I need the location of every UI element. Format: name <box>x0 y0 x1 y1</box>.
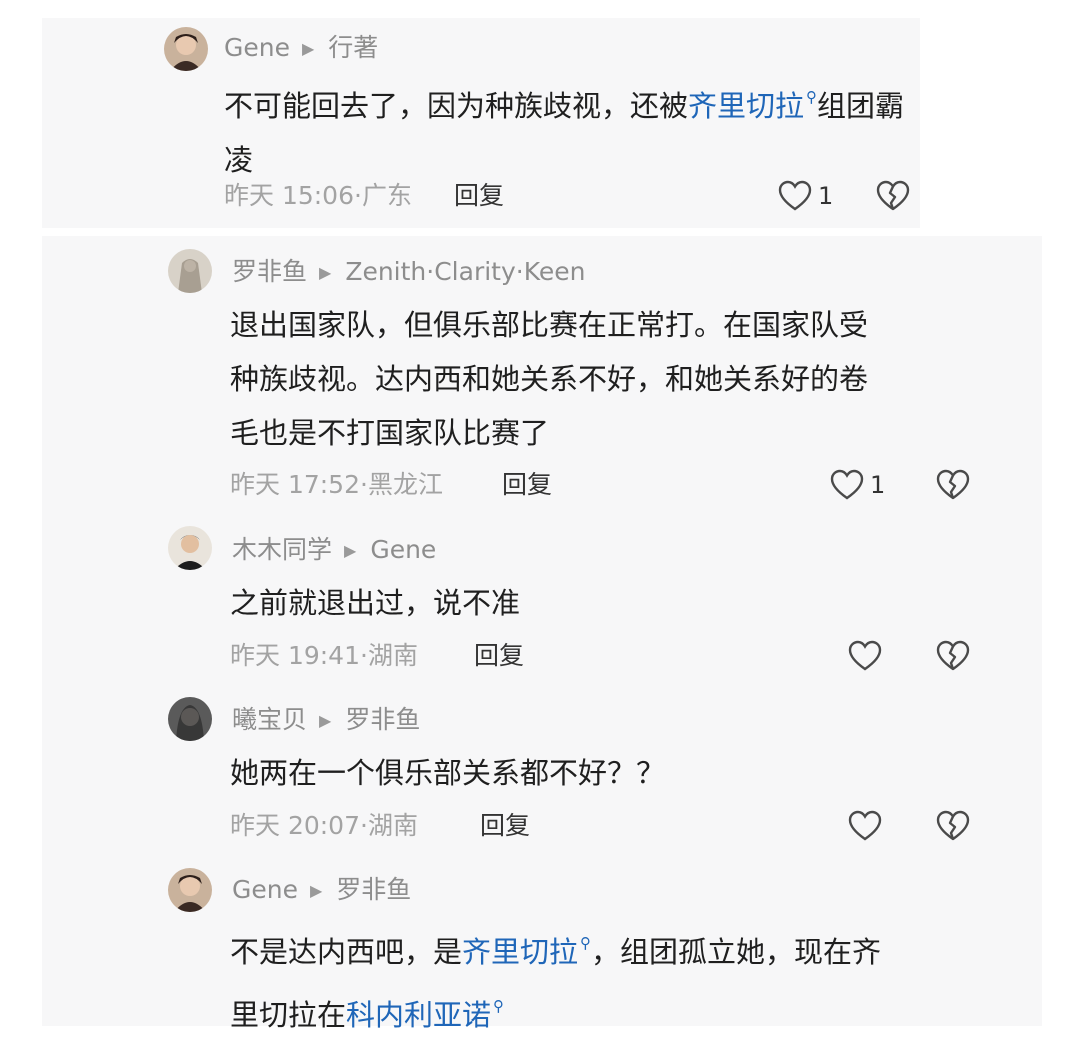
avatar[interactable] <box>164 27 208 71</box>
author-name[interactable]: Gene <box>224 33 290 62</box>
like-count: 1 <box>870 471 886 499</box>
comment-body: 不可能回去了，因为种族歧视，还被齐里切拉 ⚲组团霸凌 <box>224 70 924 187</box>
like-button[interactable]: 1 <box>830 465 885 505</box>
reply-button[interactable]: 回复 <box>502 465 552 505</box>
keyword-link[interactable]: 齐里切拉 ⚲ <box>688 88 818 123</box>
dislike-button[interactable] <box>876 176 910 216</box>
comment-text: ，组团孤立她，现在齐 <box>591 935 882 969</box>
like-button[interactable] <box>848 806 882 846</box>
comment-text-line: 种族歧视。达内西和她关系不好，和她关系好的卷 <box>230 362 869 396</box>
broken-heart-icon <box>936 469 970 500</box>
reply-to-name[interactable]: 行著 <box>328 33 378 62</box>
comment-location: 湖南 <box>367 811 418 840</box>
comment-location: 黑龙江 <box>367 470 443 499</box>
broken-heart-icon <box>936 640 970 671</box>
comment-time: 昨天 15:06 <box>224 181 354 210</box>
comment-text-line: 里切拉在科内利亚诺 ⚲ <box>230 979 990 1042</box>
comment-meta: 罗非鱼 ▶ Zenith·Clarity·Keen <box>232 252 585 292</box>
avatar[interactable] <box>168 526 212 570</box>
comment-time: 昨天 19:41 <box>230 641 360 670</box>
avatar[interactable] <box>168 697 212 741</box>
comment-footer: 昨天 19:41·湖南 <box>230 636 418 676</box>
separator-dot: · <box>360 811 368 840</box>
comment-text: 不可能回去了，因为种族歧视，还被 <box>224 89 689 123</box>
comment-meta: Gene ▶ 罗非鱼 <box>232 870 411 910</box>
like-button[interactable] <box>848 636 882 676</box>
triangle-right-icon: ▶ <box>309 881 323 900</box>
reply-to-name[interactable]: Zenith·Clarity·Keen <box>345 257 585 286</box>
comment-footer: 昨天 17:52·黑龙江 <box>230 465 443 505</box>
comment-location: 湖南 <box>367 641 418 670</box>
triangle-right-icon: ▶ <box>319 263 332 282</box>
reply-to-name[interactable]: Gene <box>370 535 436 564</box>
triangle-right-icon: ▶ <box>301 39 315 58</box>
search-icon: ⚲ <box>493 997 505 1015</box>
comment-meta: 曦宝贝 ▶ 罗非鱼 <box>232 700 420 740</box>
comment-time: 昨天 20:07 <box>230 811 360 840</box>
search-icon: ⚲ <box>806 88 818 106</box>
comment-footer: 昨天 15:06·广东 <box>224 176 412 216</box>
comment-body: 之前就退出过，说不准 <box>230 576 990 630</box>
reply-to-name[interactable]: 罗非鱼 <box>345 705 420 734</box>
triangle-right-icon: ▶ <box>319 711 332 730</box>
dislike-button[interactable] <box>936 636 970 676</box>
separator-dot: · <box>354 181 362 210</box>
dislike-button[interactable] <box>936 465 970 505</box>
like-count: 1 <box>818 182 834 210</box>
separator-dot: · <box>360 470 368 499</box>
search-icon: ⚲ <box>580 934 592 952</box>
comment-text-line: 不是达内西吧，是齐里切拉 ⚲，组团孤立她，现在齐 <box>230 916 990 979</box>
comment-body: 她两在一个俱乐部关系都不好？？ <box>230 746 990 800</box>
broken-heart-icon <box>936 810 970 841</box>
avatar[interactable] <box>168 249 212 293</box>
author-name[interactable]: 木木同学 <box>232 535 332 564</box>
comment-time: 昨天 17:52 <box>230 470 360 499</box>
comment-text-line: 毛也是不打国家队比赛了 <box>230 416 550 450</box>
comment-location: 广东 <box>361 181 412 210</box>
broken-heart-icon <box>876 180 910 211</box>
author-name[interactable]: 罗非鱼 <box>232 257 307 286</box>
reply-to-name[interactable]: 罗非鱼 <box>336 875 411 904</box>
heart-icon <box>848 640 882 671</box>
triangle-right-icon: ▶ <box>344 541 357 560</box>
heart-icon <box>848 810 882 841</box>
author-name[interactable]: Gene <box>232 875 298 904</box>
heart-icon <box>830 469 864 500</box>
like-button[interactable]: 1 <box>778 176 833 216</box>
author-name[interactable]: 曦宝贝 <box>232 705 307 734</box>
comment-text-line: 退出国家队，但俱乐部比赛在正常打。在国家队受 <box>230 308 869 342</box>
comment-body: 退出国家队，但俱乐部比赛在正常打。在国家队受 种族歧视。达内西和她关系不好，和她… <box>230 298 990 460</box>
comment-text: 不是达内西吧，是 <box>230 935 463 969</box>
heart-icon <box>778 180 812 211</box>
dislike-button[interactable] <box>936 806 970 846</box>
reply-button[interactable]: 回复 <box>480 806 530 846</box>
reply-button[interactable]: 回复 <box>474 636 524 676</box>
comment-text-line: 之前就退出过，说不准 <box>230 586 521 620</box>
comment-meta: 木木同学 ▶ Gene <box>232 530 436 570</box>
keyword-link[interactable]: 齐里切拉 ⚲ <box>462 934 592 969</box>
keyword-link[interactable]: 科内利亚诺 ⚲ <box>346 997 505 1032</box>
comment-text: 里切拉在 <box>230 998 347 1032</box>
separator-dot: · <box>360 641 368 670</box>
reply-button[interactable]: 回复 <box>454 176 504 216</box>
comment-text-line: 她两在一个俱乐部关系都不好？？ <box>230 756 666 790</box>
comment-footer: 昨天 20:07·湖南 <box>230 806 418 846</box>
comment-meta: Gene ▶ 行著 <box>224 28 378 68</box>
avatar[interactable] <box>168 868 212 912</box>
comment-body: 不是达内西吧，是齐里切拉 ⚲，组团孤立她，现在齐 里切拉在科内利亚诺 ⚲ <box>230 916 990 1042</box>
